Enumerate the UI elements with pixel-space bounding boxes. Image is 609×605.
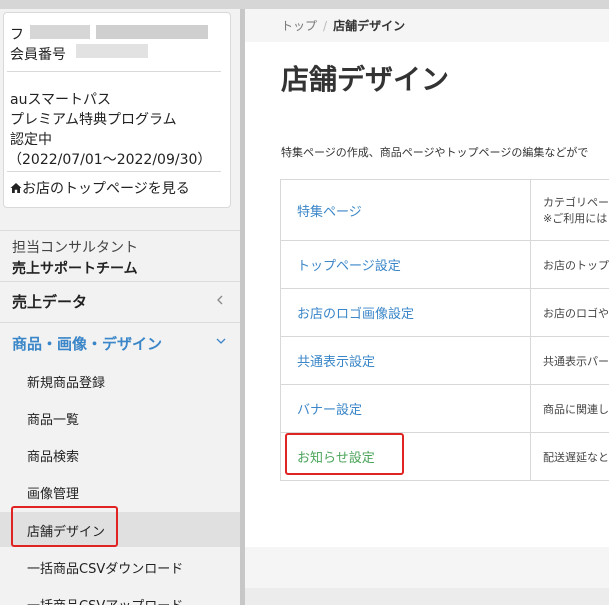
row-description: お店のトップ [531,241,609,288]
store-name-redacted [96,25,208,39]
divider [7,71,221,72]
nav-section-label: 商品・画像・デザイン [12,335,163,353]
row-description-line: 商品に関連し [543,402,609,416]
footer-band [245,588,609,605]
store-home-link-label: お店のトップページを見る [22,181,190,197]
row-description-line: お店のロゴや [543,306,609,320]
page-description: 特集ページの作成、商品ページやトップページの編集などがで [281,146,589,159]
row-description: お店のロゴや [531,289,609,336]
breadcrumb: トップ / 店舗デザイン [281,17,405,34]
link-banner-settings[interactable]: バナー設定 [281,385,531,432]
link-common-display-settings[interactable]: 共通表示設定 [281,337,531,384]
row-description: 共通表示パー [531,337,609,384]
program-name: auスマートパス [10,92,112,108]
store-home-link[interactable]: お店のトップページを見る [10,178,190,198]
row-description-line: 共通表示パー [543,354,609,368]
nav-item-csv-upload[interactable]: 一括商品CSVアップロード [27,595,183,605]
chevron-left-icon [217,295,223,305]
nav-section-label: 売上データ [12,293,88,311]
divider [0,281,240,282]
row-description-line: お店のトップ [543,258,609,272]
store-name-redacted [30,25,90,39]
row-description-line: カテゴリペー [543,196,609,209]
table-row: お店のロゴ画像設定 お店のロゴや [281,289,609,337]
consultant-team: 売上サポートチーム [12,261,138,277]
table-row: トップページ設定 お店のトップ [281,241,609,289]
consultant-label: 担当コンサルタント [12,240,138,256]
house-icon [10,183,22,193]
row-description-line: 配送遅延なと [543,450,609,464]
breadcrumb-home[interactable]: トップ [281,19,317,33]
top-strip [0,0,609,9]
nav-item-product-list[interactable]: 商品一覧 [27,409,79,428]
nav-item-csv-download[interactable]: 一括商品CSVダウンロード [27,558,183,577]
divider [0,230,240,231]
member-number-redacted [76,44,148,58]
link-logo-settings[interactable]: お店のロゴ画像設定 [281,289,531,336]
member-number-label: 会員番号 [10,47,66,63]
highlight-box [11,506,118,547]
row-description: 商品に関連し [531,385,609,432]
row-description-line: ※ご利用には [543,212,608,225]
breadcrumb-separator: / [323,19,328,33]
row-description: 配送遅延なと [531,433,609,480]
store-info-card: フ 会員番号 auスマートパス プレミアム特典プログラム 認定中 （2022/0… [3,12,231,208]
store-name: フ [10,27,24,43]
divider [0,322,240,323]
nav-item-new-product[interactable]: 新規商品登録 [27,372,105,391]
row-description: カテゴリペー ※ご利用には [531,180,609,240]
chevron-down-icon [216,338,226,344]
table-row: 共通表示設定 共通表示パー [281,337,609,385]
nav-item-image-management[interactable]: 画像管理 [27,483,79,502]
link-top-page-settings[interactable]: トップページ設定 [281,241,531,288]
page-title: 店舗デザイン [281,63,450,96]
nav-item-product-search[interactable]: 商品検索 [27,446,79,465]
table-row: バナー設定 商品に関連し [281,385,609,433]
breadcrumb-current: 店舗デザイン [333,19,406,33]
link-special-page[interactable]: 特集ページ [281,180,531,240]
program-name-2: プレミアム特典プログラム [10,112,177,128]
certified-status: 認定中 [10,132,52,148]
table-row: 特集ページ カテゴリペー ※ご利用には [281,180,609,241]
highlight-box [285,433,404,475]
divider [7,171,221,172]
program-period: （2022/07/01～2022/09/30） [8,152,212,168]
